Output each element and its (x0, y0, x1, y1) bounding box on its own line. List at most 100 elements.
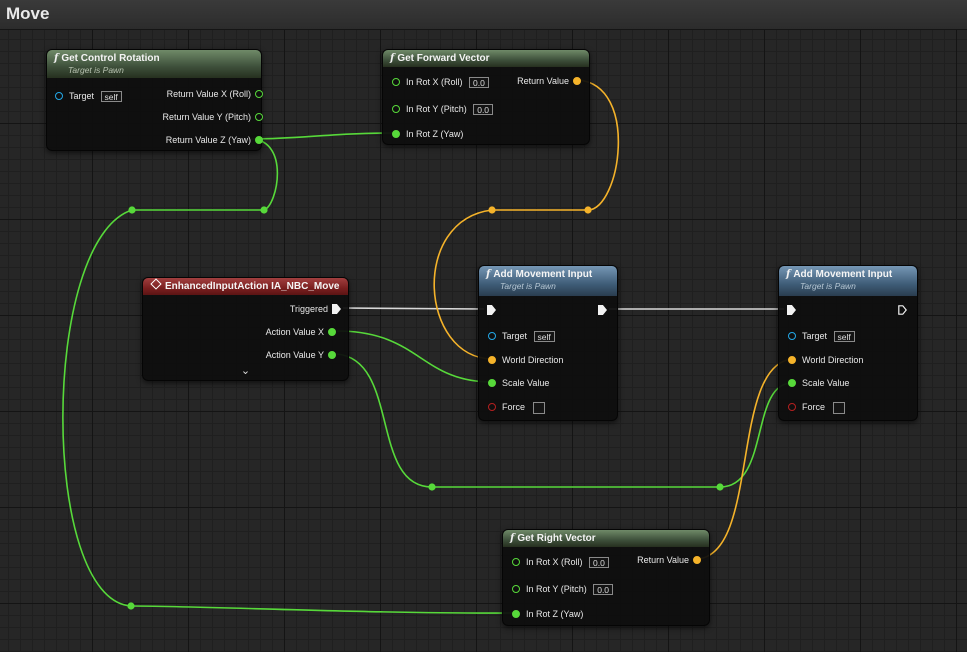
expand-chevron-icon[interactable]: ⌄ (143, 364, 348, 377)
pin-in-rot-z[interactable]: In Rot Z (Yaw) (512, 607, 583, 621)
pin-scale-value[interactable]: Scale Value (788, 376, 849, 390)
pin-world-direction[interactable]: World Direction (488, 353, 563, 367)
pin-action-value-y[interactable]: Action Value Y (265, 348, 336, 362)
pin-label: Force (502, 402, 526, 412)
node-header: f Add Movement Input Target is Pawn (479, 266, 617, 296)
pin-scale-value[interactable]: Scale Value (488, 376, 549, 390)
pin-force[interactable]: Force (488, 400, 545, 414)
pin-target[interactable]: Target self (788, 329, 855, 343)
target-field[interactable]: self (533, 331, 555, 343)
float-pin-icon[interactable] (512, 558, 520, 566)
node-title: Get Control Rotation (61, 53, 160, 64)
float-pin-icon[interactable] (328, 351, 336, 359)
node-subtitle: Target is Pawn (500, 281, 556, 291)
pin-in-rot-x[interactable]: In Rot X (Roll) 0.0 (512, 555, 609, 569)
bool-pin-icon[interactable] (488, 403, 496, 411)
node-header: f Get Control Rotation Target is Pawn (47, 50, 261, 78)
node-subtitle: Target is Pawn (68, 65, 124, 75)
node-get-control-rotation[interactable]: f Get Control Rotation Target is Pawn Tar… (46, 49, 263, 151)
value-field[interactable]: 0.0 (593, 584, 614, 596)
pin-action-value-x[interactable]: Action Value X (265, 325, 336, 339)
object-pin-icon[interactable] (788, 332, 796, 340)
pin-label: Return Value Z (Yaw) (165, 135, 251, 145)
float-pin-icon[interactable] (488, 379, 496, 387)
exec-in-pin-icon[interactable] (487, 305, 496, 315)
pin-label: Target (69, 91, 95, 101)
vector-pin-icon[interactable] (488, 356, 496, 364)
force-checkbox[interactable] (532, 401, 545, 414)
node-get-forward-vector[interactable]: f Get Forward Vector In Rot X (Roll) 0.0 … (382, 49, 590, 145)
pin-label: Action Value Y (265, 350, 324, 360)
node-header: f Add Movement Input Target is Pawn (779, 266, 917, 296)
function-icon: f (486, 269, 491, 280)
node-header: EnhancedInputAction IA_NBC_Move (143, 278, 348, 295)
float-pin-icon[interactable] (328, 328, 336, 336)
node-subtitle: Target is Pawn (800, 281, 856, 291)
float-pin-icon[interactable] (392, 130, 400, 138)
pin-return-z[interactable]: Return Value Z (Yaw) (165, 133, 263, 147)
exec-out-pin-icon[interactable] (898, 305, 907, 315)
exec-in-pin-icon[interactable] (787, 305, 796, 315)
float-pin-icon[interactable] (255, 90, 263, 98)
target-field[interactable]: self (100, 91, 122, 103)
pin-return-value[interactable]: Return Value (517, 74, 581, 88)
pin-in-rot-z[interactable]: In Rot Z (Yaw) (392, 127, 463, 141)
target-field[interactable]: self (833, 331, 855, 343)
float-pin-icon[interactable] (512, 610, 520, 618)
graph-title: Move (6, 4, 50, 23)
pin-in-rot-y[interactable]: In Rot Y (Pitch) 0.0 (392, 102, 494, 116)
float-pin-icon[interactable] (255, 113, 263, 121)
vector-pin-icon[interactable] (573, 77, 581, 85)
float-pin-icon[interactable] (392, 78, 400, 86)
pin-world-direction[interactable]: World Direction (788, 353, 863, 367)
pin-label: Action Value X (265, 327, 324, 337)
node-title: Get Right Vector (517, 533, 596, 544)
pin-return-y[interactable]: Return Value Y (Pitch) (162, 110, 263, 124)
pin-label: In Rot X (Roll) (526, 557, 583, 567)
node-header: f Get Forward Vector (383, 50, 589, 67)
object-pin-icon[interactable] (488, 332, 496, 340)
pin-triggered[interactable]: Triggered (289, 302, 341, 316)
pin-in-rot-y[interactable]: In Rot Y (Pitch) 0.0 (512, 582, 614, 596)
vector-pin-icon[interactable] (788, 356, 796, 364)
pin-label: Target (802, 331, 828, 341)
float-pin-icon[interactable] (255, 136, 263, 144)
pin-label: Return Value X (Roll) (166, 89, 251, 99)
pin-label: In Rot Y (Pitch) (526, 584, 587, 594)
pin-label: Return Value (517, 76, 569, 86)
pin-label: Return Value (637, 555, 689, 565)
bool-pin-icon[interactable] (788, 403, 796, 411)
pin-force[interactable]: Force (788, 400, 845, 414)
node-add-movement-input-1[interactable]: f Add Movement Input Target is Pawn Targe… (478, 265, 618, 421)
node-title: Add Movement Input (493, 269, 593, 280)
pin-label: World Direction (802, 355, 864, 365)
pin-return-x[interactable]: Return Value X (Roll) (166, 87, 263, 101)
force-checkbox[interactable] (832, 401, 845, 414)
vector-pin-icon[interactable] (693, 556, 701, 564)
exec-out-pin-icon[interactable] (598, 305, 607, 315)
value-field[interactable]: 0.0 (473, 104, 494, 116)
value-field[interactable]: 0.0 (589, 557, 609, 569)
pin-label: Triggered (289, 304, 328, 314)
pin-label: Force (802, 402, 826, 412)
node-enhanced-input-action[interactable]: EnhancedInputAction IA_NBC_Move Triggere… (142, 277, 349, 381)
node-title: EnhancedInputAction IA_NBC_Move (165, 281, 340, 292)
float-pin-icon[interactable] (392, 105, 400, 113)
value-field[interactable]: 0.0 (469, 77, 489, 89)
exec-pin-icon[interactable] (332, 304, 341, 314)
function-icon: f (786, 269, 791, 280)
event-diamond-icon (150, 278, 162, 290)
node-add-movement-input-2[interactable]: f Add Movement Input Target is Pawn Targe… (778, 265, 918, 421)
object-pin-icon[interactable] (55, 92, 63, 100)
pin-label: In Rot Z (Yaw) (406, 129, 464, 139)
pin-in-rot-x[interactable]: In Rot X (Roll) 0.0 (392, 75, 489, 89)
pin-label: Scale Value (802, 378, 850, 388)
float-pin-icon[interactable] (512, 585, 520, 593)
node-get-right-vector[interactable]: f Get Right Vector In Rot X (Roll) 0.0 In… (502, 529, 710, 626)
pin-label: World Direction (502, 355, 564, 365)
pin-target[interactable]: Target self (55, 89, 122, 103)
function-icon: f (510, 533, 515, 544)
pin-return-value[interactable]: Return Value (637, 553, 701, 567)
pin-target[interactable]: Target self (488, 329, 555, 343)
float-pin-icon[interactable] (788, 379, 796, 387)
